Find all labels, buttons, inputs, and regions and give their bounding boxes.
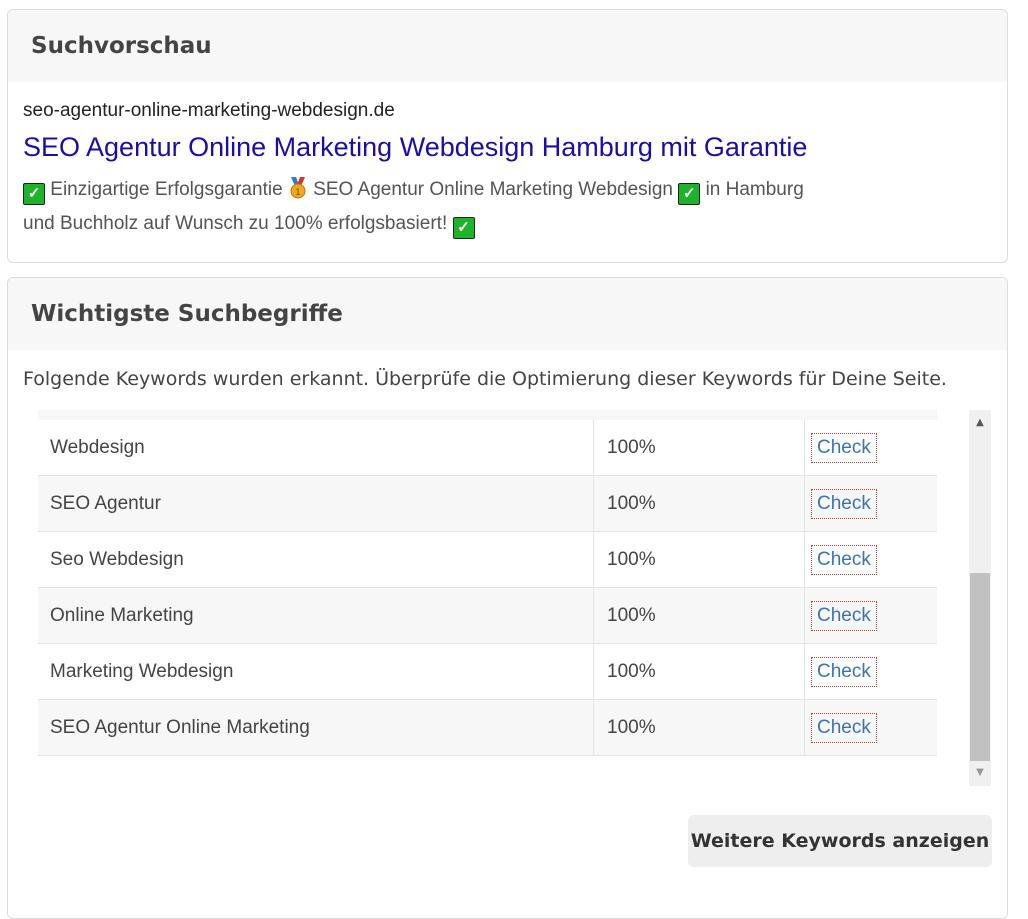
keywords-table-container[interactable]: Webdesign 100% Check SEO Agentur 100% Ch… — [38, 410, 993, 786]
table-row-partial — [38, 410, 937, 420]
percent-value: 100% — [607, 716, 656, 738]
table-row: SEO Agentur Online Marketing 100% Check — [38, 700, 937, 756]
snippet-desc-part: Einzigartige Erfolgsgarantie — [50, 179, 283, 200]
check-mark-icon: ✓ — [678, 183, 701, 205]
keyword-cell: Webdesign — [50, 436, 145, 458]
percent-cell: 100% — [593, 700, 804, 755]
more-keywords-button[interactable]: Weitere Keywords anzeigen — [688, 815, 992, 867]
check-mark-icon: ✓ — [23, 183, 45, 205]
table-scrollbar[interactable]: ▲ ▼ — [969, 410, 991, 786]
percent-value: 100% — [607, 436, 656, 458]
keyword-cell: Marketing Webdesign — [50, 660, 234, 682]
keyword-cell: SEO Agentur Online Marketing — [50, 716, 310, 738]
keyword-cell: SEO Agentur — [50, 492, 161, 514]
scroll-up-arrow-icon[interactable]: ▲ — [969, 412, 991, 434]
check-link[interactable]: Check — [811, 432, 877, 463]
percent-cell: 100% — [593, 420, 804, 475]
keywords-panel: Wichtigste Suchbegriffe Folgende Keyword… — [7, 277, 1008, 919]
svg-text:1: 1 — [295, 188, 301, 198]
table-row: Webdesign 100% Check — [38, 420, 937, 476]
percent-value: 100% — [607, 548, 656, 570]
medal-icon: 1 — [288, 177, 308, 199]
percent-cell: 100% — [593, 532, 804, 587]
search-snippet: seo-agentur-online-marketing-webdesign.d… — [8, 82, 1007, 241]
check-link[interactable]: Check — [811, 488, 877, 519]
action-cell: Check — [804, 644, 937, 699]
percent-cell: 100% — [593, 588, 804, 643]
percent-cell: 100% — [593, 644, 804, 699]
action-cell: Check — [804, 420, 937, 475]
action-cell: Check — [804, 476, 937, 531]
action-cell: Check — [804, 700, 937, 755]
check-mark-icon: ✓ — [452, 217, 475, 239]
snippet-description: ✓ Einzigartige Erfolgsgarantie 1 SEO Age… — [23, 173, 823, 241]
keywords-heading: Wichtigste Suchbegriffe — [8, 278, 1007, 350]
snippet-desc-part: SEO Agentur Online Marketing Webdesign — [313, 179, 673, 200]
action-cell: Check — [804, 588, 937, 643]
search-preview-panel: Suchvorschau seo-agentur-online-marketin… — [7, 9, 1008, 263]
table-row: Marketing Webdesign 100% Check — [38, 644, 937, 700]
percent-value: 100% — [607, 492, 656, 514]
keywords-intro: Folgende Keywords wurden erkannt. Überpr… — [23, 368, 947, 390]
percent-value: 100% — [607, 604, 656, 626]
check-link[interactable]: Check — [811, 656, 877, 687]
snippet-title[interactable]: SEO Agentur Online Marketing Webdesign H… — [23, 132, 992, 163]
search-preview-heading: Suchvorschau — [8, 10, 1007, 82]
keyword-cell: Online Marketing — [50, 604, 194, 626]
table-row: Online Marketing 100% Check — [38, 588, 937, 644]
percent-cell: 100% — [593, 476, 804, 531]
snippet-url: seo-agentur-online-marketing-webdesign.d… — [23, 100, 395, 121]
scroll-down-arrow-icon[interactable]: ▼ — [969, 762, 991, 784]
percent-value: 100% — [607, 660, 656, 682]
check-link[interactable]: Check — [811, 600, 877, 631]
keyword-cell: Seo Webdesign — [50, 548, 184, 570]
scrollbar-thumb[interactable] — [970, 573, 990, 761]
action-cell: Check — [804, 532, 937, 587]
check-link[interactable]: Check — [811, 544, 877, 575]
table-row: Seo Webdesign 100% Check — [38, 532, 937, 588]
check-link[interactable]: Check — [811, 712, 877, 743]
table-row: SEO Agentur 100% Check — [38, 476, 937, 532]
keywords-table: Webdesign 100% Check SEO Agentur 100% Ch… — [38, 410, 937, 756]
